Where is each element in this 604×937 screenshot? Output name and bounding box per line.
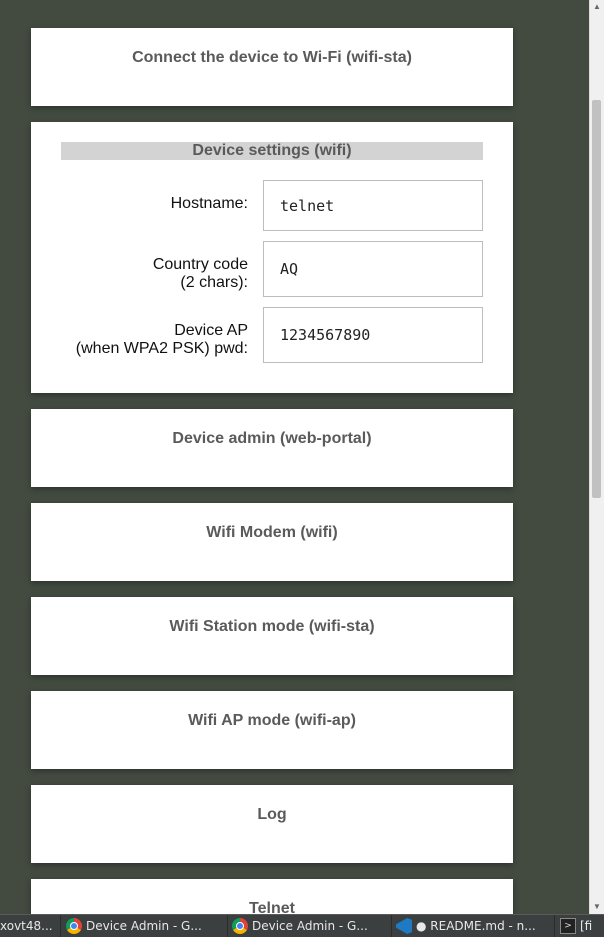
chrome-icon	[232, 918, 248, 934]
taskbar: xovt48... Device Admin - G... Device Adm…	[0, 914, 604, 937]
vscode-icon	[396, 918, 412, 934]
taskbar-item-label: ● README.md - n...	[416, 919, 536, 933]
panel-title-wifi-modem[interactable]: Wifi Modem (wifi)	[31, 524, 513, 542]
taskbar-item-label: [fi	[580, 919, 593, 933]
country-code-label-line2: (2 chars):	[180, 274, 248, 291]
panel-wifi-modem[interactable]: Wifi Modem (wifi)	[31, 503, 513, 581]
panel-device-admin[interactable]: Device admin (web-portal)	[31, 409, 513, 487]
panel-title-wifi-ap[interactable]: Wifi AP mode (wifi-ap)	[31, 712, 513, 730]
panel-title-telnet[interactable]: Telnet	[31, 900, 513, 914]
country-code-label-line1: Country code	[152, 256, 248, 273]
scroll-down-arrow-icon[interactable]: ▼	[590, 900, 604, 914]
panel-device-settings: Device settings (wifi) Hostname: Country…	[31, 122, 513, 393]
panel-wifi-ap[interactable]: Wifi AP mode (wifi-ap)	[31, 691, 513, 769]
chrome-icon	[66, 918, 82, 934]
ap-password-label-line2: (when WPA2 PSK) pwd:	[75, 340, 248, 357]
country-code-label: Country code (2 chars):	[153, 256, 248, 292]
scrollbar-thumb[interactable]	[592, 100, 601, 498]
ap-password-label: Device AP (when WPA2 PSK) pwd:	[76, 322, 248, 358]
panel-title-device-admin[interactable]: Device admin (web-portal)	[31, 430, 513, 448]
taskbar-item-1[interactable]: Device Admin - G...	[62, 915, 228, 937]
panel-connect-wifi[interactable]: Connect the device to Wi-Fi (wifi-sta)	[31, 28, 513, 106]
panel-title-connect-wifi[interactable]: Connect the device to Wi-Fi (wifi-sta)	[31, 49, 513, 67]
taskbar-item-4[interactable]: > [fi	[556, 915, 604, 937]
terminal-icon: >	[560, 918, 576, 934]
settings-header[interactable]: Device settings (wifi)	[61, 142, 483, 160]
taskbar-item-3[interactable]: ● README.md - n...	[392, 915, 555, 937]
scroll-up-arrow-icon[interactable]: ▲	[590, 0, 604, 14]
panel-telnet[interactable]: Telnet	[31, 879, 513, 914]
panel-title-log[interactable]: Log	[31, 806, 513, 824]
country-code-input[interactable]	[263, 241, 483, 297]
taskbar-item-label: Device Admin - G...	[252, 919, 368, 933]
taskbar-item-0[interactable]: xovt48...	[0, 915, 61, 937]
panel-wifi-station[interactable]: Wifi Station mode (wifi-sta)	[31, 597, 513, 675]
vertical-scrollbar[interactable]: ▲ ▼	[589, 0, 604, 914]
panel-title-wifi-station[interactable]: Wifi Station mode (wifi-sta)	[31, 618, 513, 636]
taskbar-item-2[interactable]: Device Admin - G...	[228, 915, 392, 937]
hostname-input[interactable]	[263, 180, 483, 231]
taskbar-item-label: xovt48...	[0, 919, 53, 933]
ap-password-label-line1: Device AP	[174, 322, 248, 339]
ap-password-input[interactable]	[263, 307, 483, 363]
hostname-label: Hostname:	[170, 195, 248, 212]
taskbar-item-label: Device Admin - G...	[86, 919, 202, 933]
page-viewport: Connect the device to Wi-Fi (wifi-sta) D…	[0, 0, 604, 914]
panel-log[interactable]: Log	[31, 785, 513, 863]
